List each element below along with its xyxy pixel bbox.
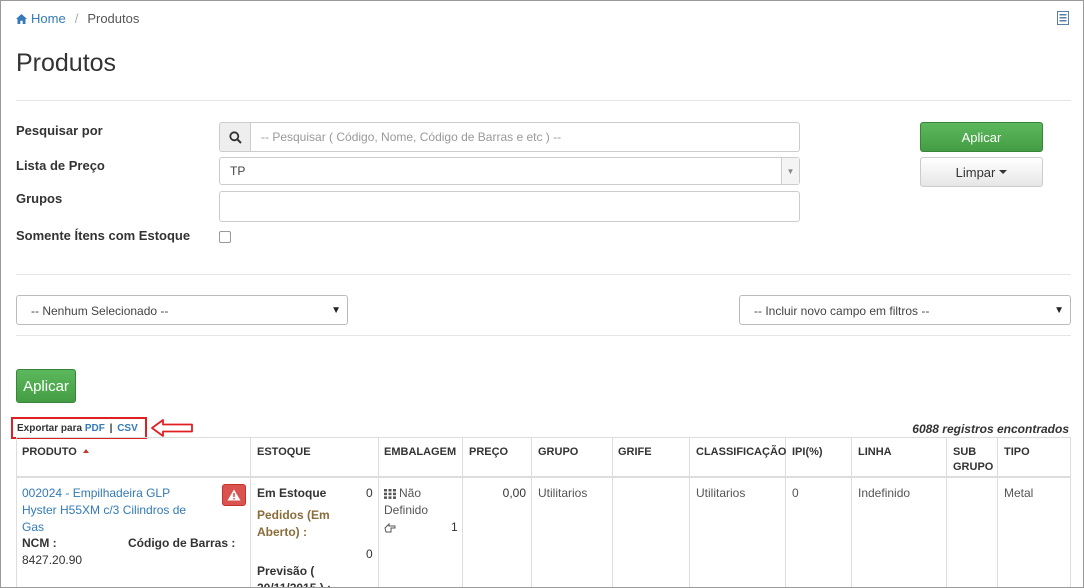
dropdown-arrow-icon: ▼ bbox=[331, 305, 341, 316]
saved-filter-value: -- Nenhum Selecionado -- bbox=[31, 304, 169, 318]
column-header-sub-grupo[interactable]: SUB GRUPO bbox=[953, 445, 993, 475]
column-header-linha[interactable]: LINHA bbox=[858, 445, 892, 460]
clear-dropdown-button[interactable]: Limpar bbox=[920, 157, 1043, 187]
caret-down-icon bbox=[999, 170, 1008, 174]
page-frame: Home / Produtos Produtos Pesquisar por L… bbox=[0, 0, 1084, 588]
product-name-line1: 002024 - Empilhadeira GLP bbox=[22, 486, 171, 500]
add-filter-field-value: -- Incluir novo campo em filtros -- bbox=[754, 304, 930, 318]
product-name-line2: Hyster H55XM c/3 Cilindros de bbox=[22, 503, 187, 517]
forecast-label-line1: Previsão ( bbox=[257, 564, 315, 578]
price-list-select[interactable]: TP ▼ bbox=[219, 157, 800, 185]
stock-only-checkbox[interactable] bbox=[219, 231, 231, 243]
search-input[interactable] bbox=[250, 122, 800, 152]
search-input-group bbox=[219, 122, 800, 152]
sort-asc-icon bbox=[82, 449, 89, 453]
records-count: 6088 registros encontrados bbox=[912, 422, 1069, 436]
price-list-label: Lista de Preço bbox=[16, 158, 105, 173]
packaging-line1: Não bbox=[384, 485, 421, 502]
column-header-classificacao[interactable]: CLASSIFICAÇÃO bbox=[696, 445, 786, 460]
dropdowns-divider bbox=[16, 335, 1071, 336]
export-pdf-link[interactable]: PDF bbox=[85, 423, 105, 434]
open-orders-label-line2: Aberto) : bbox=[257, 525, 307, 539]
title-divider bbox=[16, 100, 1071, 101]
product-link[interactable]: 002024 - Empilhadeira GLP Hyster H55XM c… bbox=[22, 485, 202, 536]
column-header-sub-grupo-line1: SUB bbox=[953, 446, 977, 458]
add-filter-field-select[interactable]: -- Incluir novo campo em filtros -- ▼ bbox=[739, 295, 1071, 325]
breadcrumb-home-link[interactable]: Home bbox=[31, 11, 66, 26]
chevron-down-icon: ▼ bbox=[781, 158, 799, 184]
classification-value: Utilitarios bbox=[696, 486, 746, 500]
barcode-label: Código de Barras : bbox=[128, 536, 236, 550]
breadcrumb: Home / Produtos bbox=[16, 11, 139, 26]
search-icon[interactable] bbox=[219, 122, 250, 152]
ipi-value: 0 bbox=[792, 486, 799, 500]
in-stock-label: Em Estoque bbox=[257, 486, 327, 500]
line-value: Indefinido bbox=[858, 486, 911, 500]
column-header-produto-label: PRODUTO bbox=[22, 446, 77, 458]
product-name-line3: Gas bbox=[22, 520, 45, 534]
packaging-value: Não bbox=[399, 486, 422, 500]
breadcrumb-separator: / bbox=[74, 11, 79, 26]
column-header-sub-grupo-line2: GRUPO bbox=[953, 461, 994, 473]
export-separator: | bbox=[109, 423, 113, 434]
apply-filters-button[interactable]: Aplicar bbox=[920, 122, 1043, 152]
left-arrow-annotation-icon bbox=[151, 419, 193, 437]
warning-button[interactable] bbox=[222, 484, 246, 506]
open-orders-value: 0 bbox=[366, 547, 373, 561]
search-label: Pesquisar por bbox=[16, 123, 103, 138]
export-csv-link[interactable]: CSV bbox=[117, 423, 138, 434]
home-icon bbox=[16, 13, 27, 24]
ncm-value: 8427.20.90 bbox=[22, 553, 83, 567]
price-value: 0,00 bbox=[502, 486, 526, 500]
export-label: Exportar para bbox=[17, 423, 83, 434]
groups-label: Grupos bbox=[16, 191, 63, 206]
breadcrumb-current: Produtos bbox=[87, 11, 140, 26]
open-orders-label-line1: Pedidos (Em bbox=[257, 508, 330, 522]
hand-pointer-icon bbox=[384, 522, 396, 533]
group-value: Utilitarios bbox=[538, 486, 588, 500]
packaging-qty: 1 bbox=[451, 520, 458, 534]
grid-icon bbox=[384, 488, 396, 499]
warning-icon bbox=[227, 489, 241, 501]
groups-input[interactable] bbox=[219, 191, 800, 222]
column-header-grupo[interactable]: GRUPO bbox=[538, 445, 578, 460]
table-row: 002024 - Empilhadeira GLP Hyster H55XM c… bbox=[22, 485, 202, 536]
in-stock-value: 0 bbox=[366, 486, 373, 500]
forecast-label-line2: 20/11/2015 ) : bbox=[257, 581, 332, 588]
filters-divider bbox=[16, 274, 1071, 275]
packaging-line2: Definido bbox=[384, 503, 429, 517]
stock-only-label: Somente Ítens com Estoque bbox=[16, 228, 191, 243]
column-header-ipi[interactable]: IPI(%) bbox=[792, 445, 823, 460]
type-value: Metal bbox=[1004, 486, 1034, 500]
price-list-value: TP bbox=[230, 164, 246, 178]
ncm-label: NCM : bbox=[22, 536, 57, 550]
column-header-tipo[interactable]: TIPO bbox=[1004, 445, 1030, 460]
column-header-grife[interactable]: GRIFE bbox=[618, 445, 652, 460]
page-title: Produtos bbox=[16, 49, 117, 77]
apply-button[interactable]: Aplicar bbox=[16, 369, 76, 403]
column-header-produto[interactable]: PRODUTO bbox=[22, 445, 89, 460]
column-header-embalagem[interactable]: EMBALAGEM bbox=[384, 445, 456, 460]
products-table: PRODUTO ESTOQUE EMBALAGEM PREÇO GRUPO GR… bbox=[16, 437, 1071, 588]
column-header-estoque[interactable]: ESTOQUE bbox=[257, 445, 311, 460]
export-links: Exportar para PDF | CSV bbox=[11, 417, 147, 439]
dropdown-arrow-icon: ▼ bbox=[1054, 305, 1064, 316]
saved-filter-select[interactable]: -- Nenhum Selecionado -- ▼ bbox=[16, 295, 348, 325]
clear-button-label: Limpar bbox=[955, 164, 996, 180]
column-header-preco[interactable]: PREÇO bbox=[469, 445, 508, 460]
report-icon[interactable] bbox=[1057, 11, 1069, 25]
